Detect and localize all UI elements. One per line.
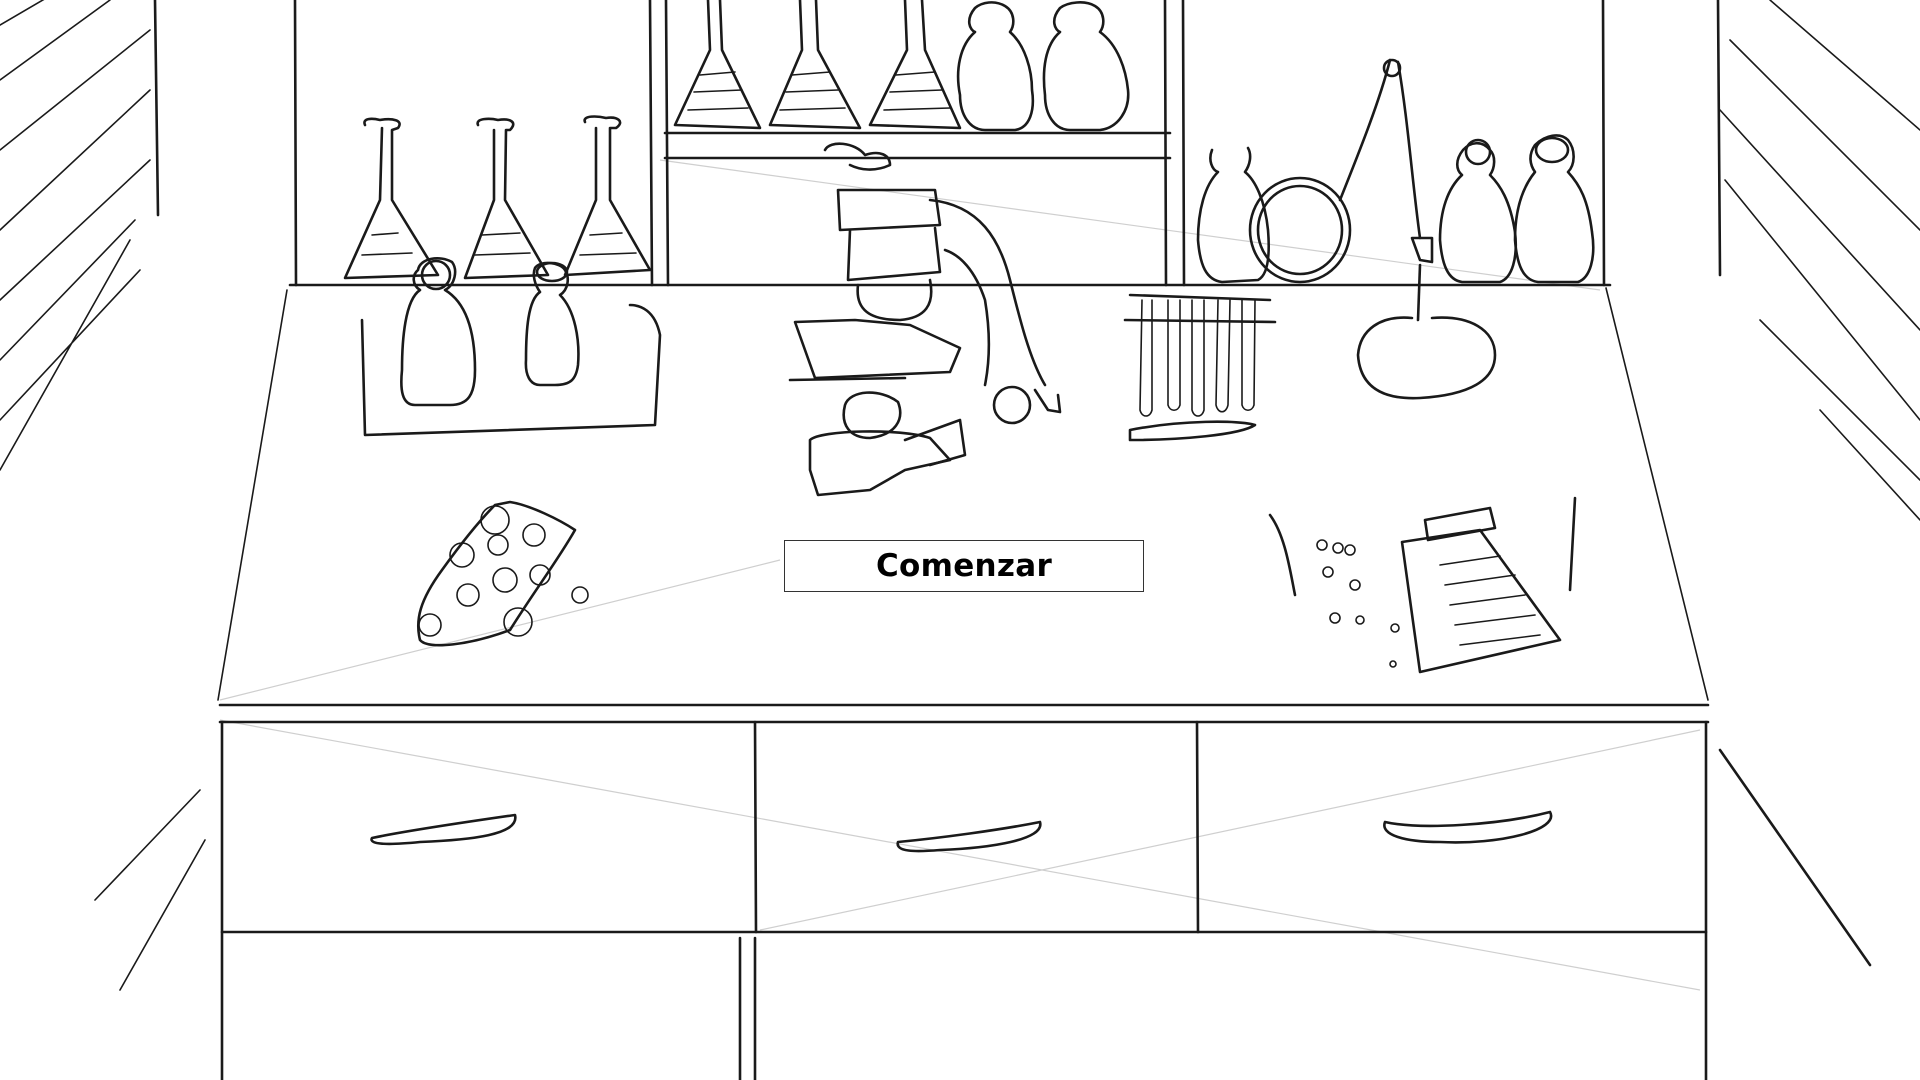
counter-bottles-right [1196, 134, 1595, 284]
lab-counter [217, 287, 1710, 1080]
test-tube-rack [1123, 293, 1277, 442]
back-shelf [288, 0, 1612, 287]
lab-scene: Comenzar [0, 0, 1920, 1080]
magnifying-glass [1248, 176, 1352, 284]
clipboard [1268, 496, 1577, 674]
desk-lamp [1338, 58, 1497, 400]
left-window-blinds [0, 0, 206, 991]
seed-bag [416, 500, 589, 647]
counter-flasks-left [343, 115, 652, 280]
shelf-flasks [673, 0, 1130, 132]
start-button[interactable]: Comenzar [784, 540, 1144, 592]
right-window-blinds [1716, 0, 1920, 967]
drawer-handles [370, 810, 1553, 853]
